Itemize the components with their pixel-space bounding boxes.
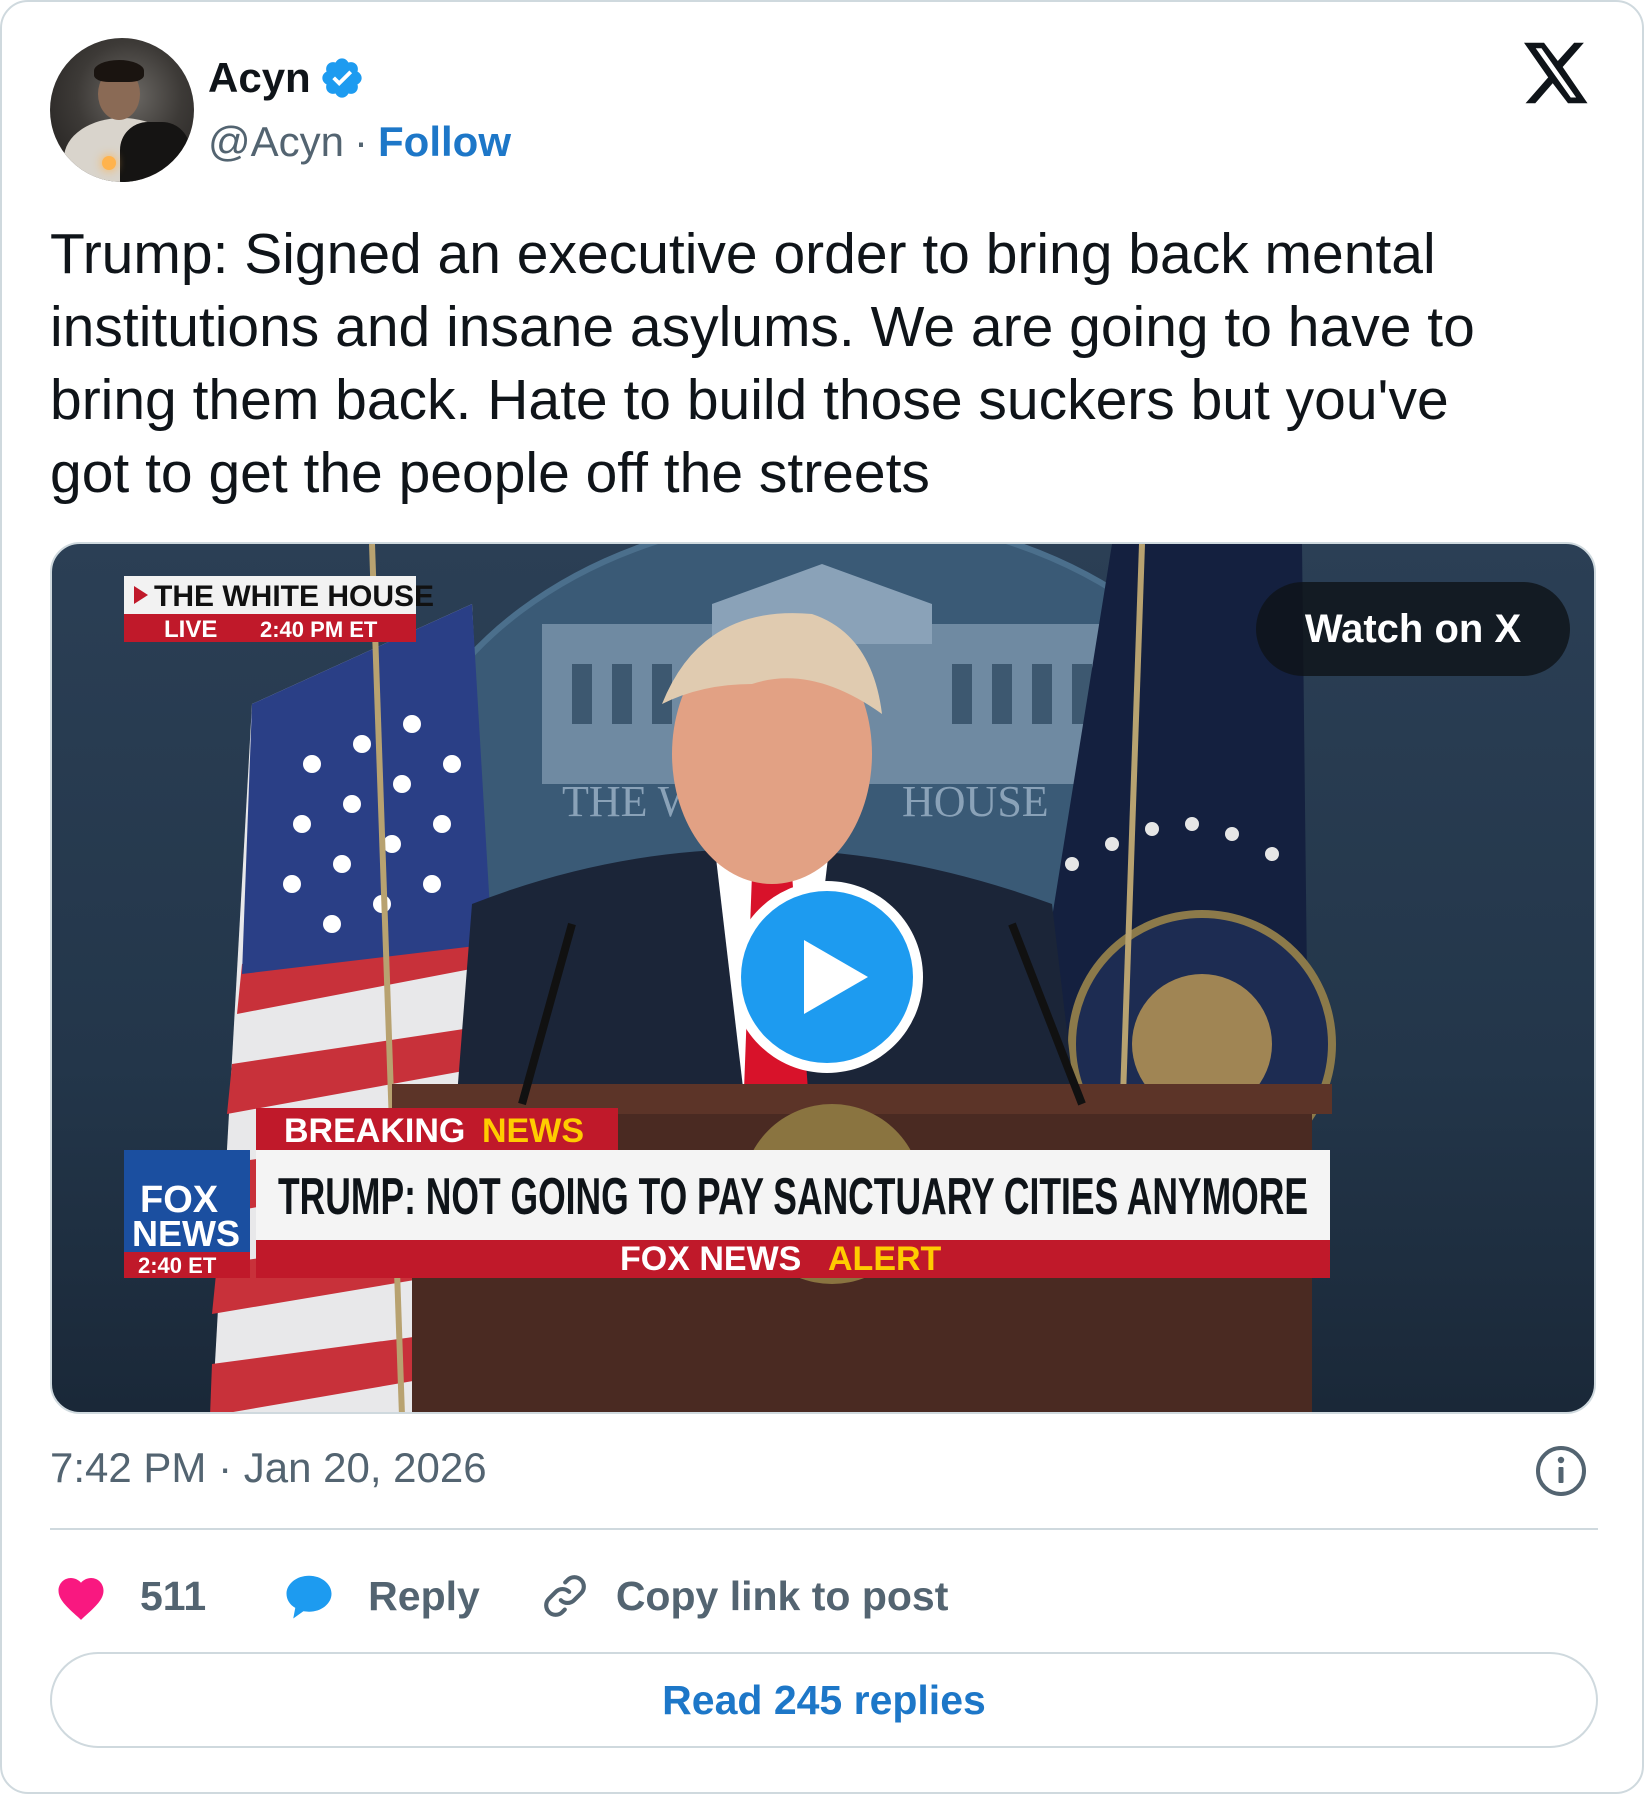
info-icon[interactable] <box>1534 1444 1588 1498</box>
chyron-location: THE WHITE HOUSE <box>154 580 434 613</box>
author-handle[interactable]: @Acyn <box>208 117 344 167</box>
fox-logo-bottom: NEWS <box>132 1213 240 1254</box>
tweet-card: Acyn @Acyn · Follow Trump: Signed an exe… <box>0 0 1644 1794</box>
separator-dot: · <box>354 118 369 165</box>
like-count: 511 <box>140 1572 207 1619</box>
link-icon <box>543 1575 586 1617</box>
tweet-text: Trump: Signed an executive order to brin… <box>50 222 1475 505</box>
play-button-icon[interactable] <box>726 876 928 1078</box>
reply-bubble-icon <box>286 1575 332 1619</box>
chyron-time: 2:40 PM ET <box>260 617 378 642</box>
headline-text: TRUMP: NOT GOING TO PAY SANCTUARY CITIES… <box>278 1168 1308 1226</box>
read-replies-button[interactable]: Read 245 replies <box>50 1652 1598 1748</box>
action-bar: 511 Reply Copy link to post <box>54 1564 948 1628</box>
like-action[interactable]: 511 <box>54 1571 206 1621</box>
x-logo-icon[interactable] <box>1524 42 1590 104</box>
alert-brand: FOX NEWS <box>620 1240 801 1278</box>
chyron-live: LIVE <box>164 616 217 643</box>
backdrop-text-right: HOUSE <box>902 777 1049 826</box>
breaking-label: BREAKING <box>284 1112 465 1150</box>
author-name[interactable]: Acyn <box>208 53 311 103</box>
alert-word: ALERT <box>828 1240 942 1278</box>
video-player[interactable]: THE W HOUSE THE WHITE HOUSE LIVE 2:40 PM… <box>50 542 1596 1414</box>
news-label: NEWS <box>482 1112 584 1150</box>
tweet-header: Acyn @Acyn · Follow <box>50 38 511 182</box>
verified-badge-icon <box>322 58 362 98</box>
reply-action[interactable]: Reply <box>282 1571 480 1621</box>
post-timestamp[interactable]: 7:42 PM · Jan 20, 2026 <box>50 1442 487 1494</box>
avatar[interactable] <box>50 38 194 182</box>
reply-label: Reply <box>368 1572 480 1619</box>
heart-icon <box>58 1578 104 1620</box>
fox-logo-time: 2:40 ET <box>138 1253 217 1278</box>
follow-button[interactable]: Follow <box>378 117 511 167</box>
watch-on-x-button[interactable]: Watch on X <box>1256 582 1570 676</box>
author-block: Acyn @Acyn · Follow <box>208 53 511 167</box>
copy-link-action[interactable]: Copy link to post <box>540 1571 949 1621</box>
divider <box>50 1528 1598 1530</box>
copy-link-label: Copy link to post <box>615 1572 949 1619</box>
